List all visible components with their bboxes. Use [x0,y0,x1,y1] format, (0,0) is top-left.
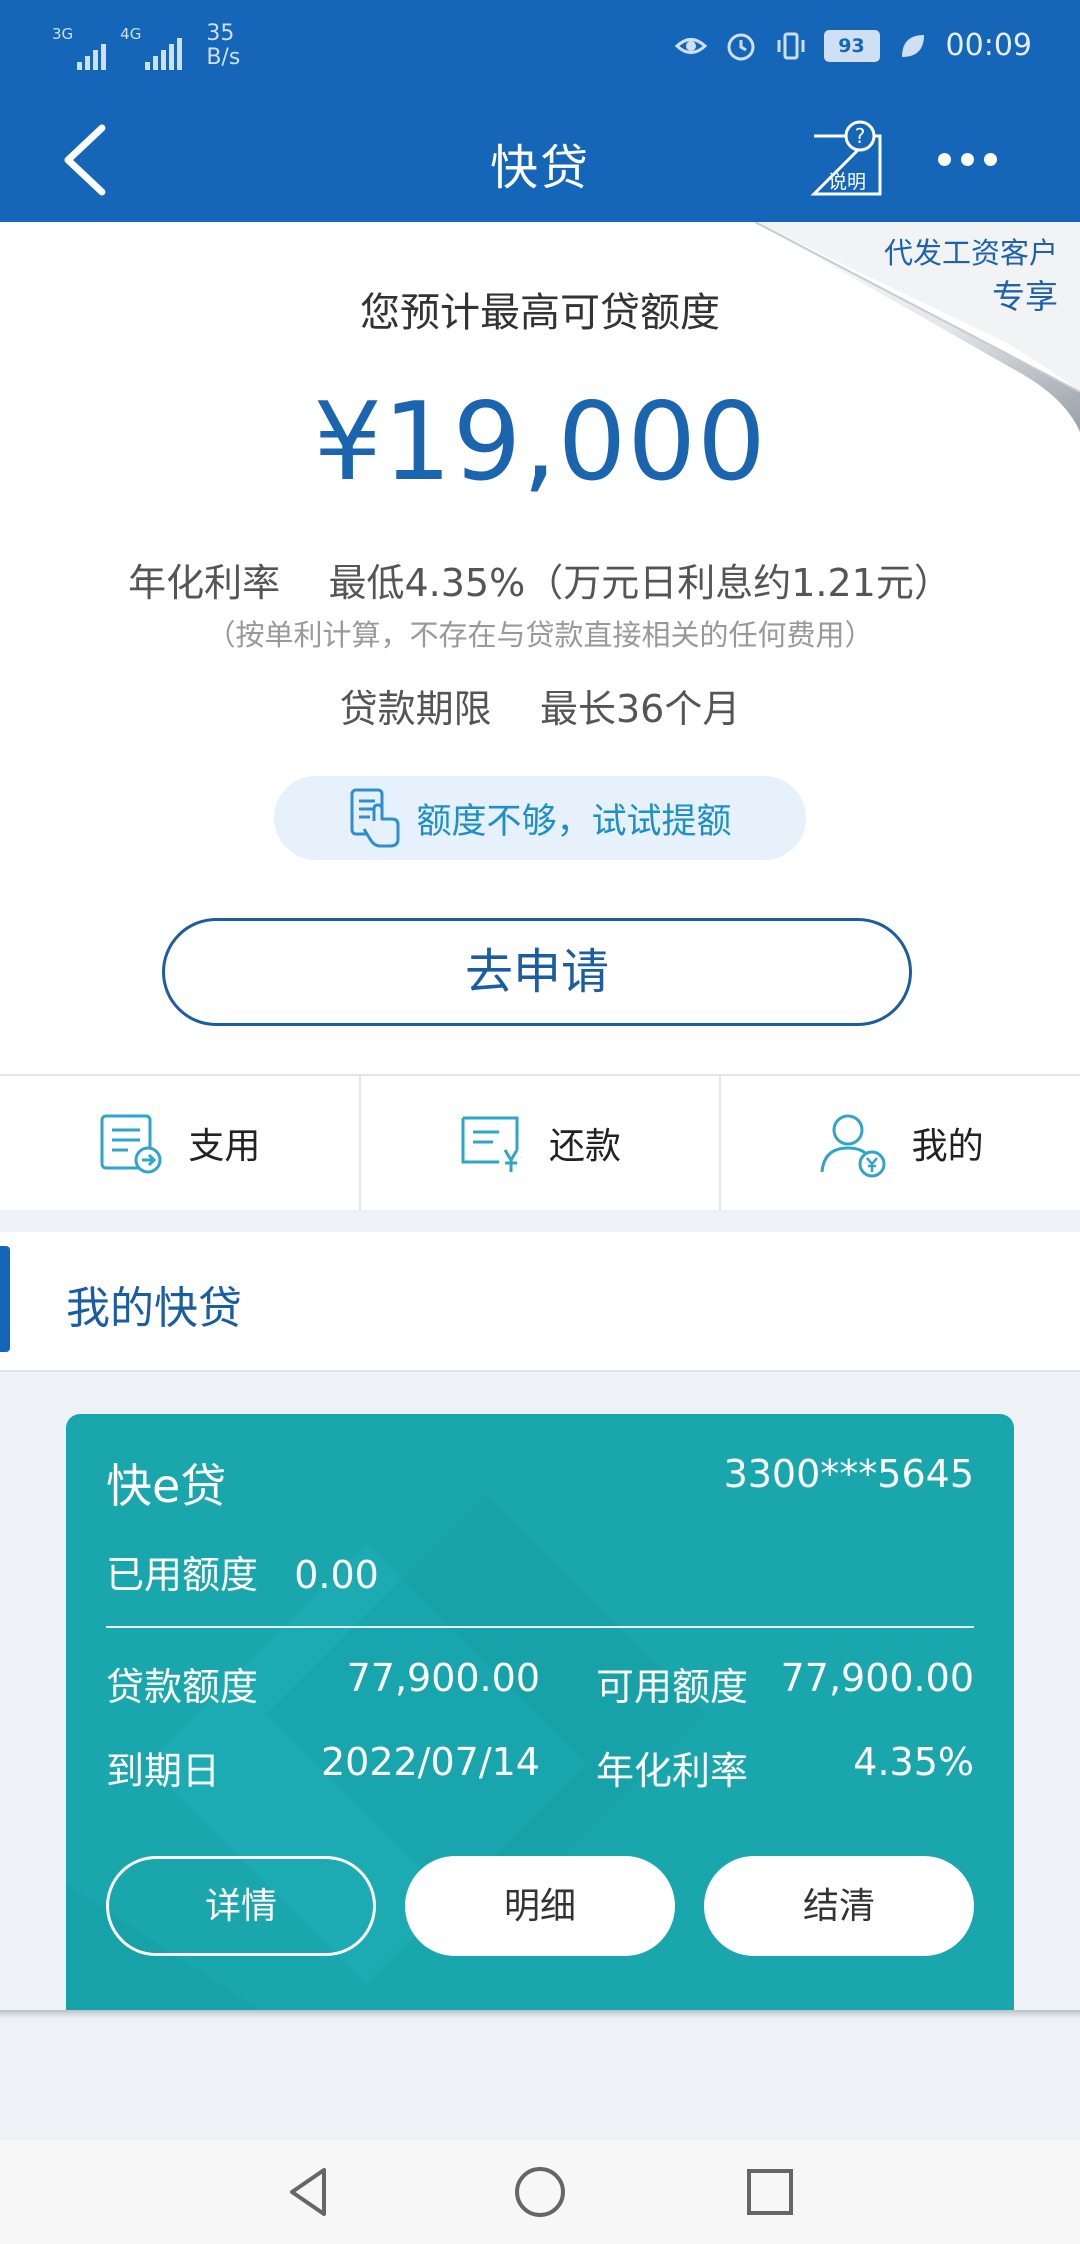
clock: 00:09 [945,28,1032,63]
loan-amount-value: 77,900.00 [346,1656,540,1700]
phone-hand-icon [350,788,400,848]
loan-card: 快e贷 3300***5645 已用额度 0.00 贷款额度 77,900.00… [66,1414,1014,2014]
network-speed-value: 35 [206,21,235,46]
my-loan-title: 我的快贷 [66,1283,242,1334]
leaf-icon [901,34,924,57]
nav-recents-icon[interactable] [740,2162,800,2222]
page-title: 快贷 [489,140,590,196]
raise-limit-button[interactable]: 额度不够，试试提额 [274,776,806,860]
due-date-value: 2022/07/14 [320,1740,540,1784]
tab-repay[interactable]: 还款 [361,1076,722,1210]
nav-home-icon[interactable] [510,2162,570,2222]
tab-withdraw[interactable]: 支用 [0,1076,361,1210]
help-button[interactable]: ? 说明 [810,118,884,198]
app-header: 快贷 ? 说明 [0,98,1080,222]
available-amount-value: 77,900.00 [780,1656,974,1700]
quota-panel: 代发工资客户 专享 您预计最高可贷额度 ¥19,000 年化利率 最低4.35%… [0,222,1080,1074]
user-yen-icon [820,1114,886,1178]
rate-note: （按单利计算，不存在与贷款直接相关的任何费用） [206,618,874,652]
svg-text:?: ? [855,124,866,148]
due-date-label: 到期日 [106,1749,221,1793]
details-button[interactable]: 详情 [106,1856,376,1956]
action-tabs: 支用 还款 我的 [0,1074,1080,1210]
alarm-icon [727,33,755,60]
annual-rate-label: 年化利率 [596,1749,749,1793]
available-amount-label: 可用额度 [596,1665,749,1709]
signal-group: 3G 4G 35 B/s [52,22,240,70]
more-options-icon[interactable] [938,142,1000,176]
network-type-2: 4G [120,25,142,43]
network-speed: 35 B/s [206,22,240,70]
card-divider [106,1626,974,1628]
tab-withdraw-label: 支用 [188,1126,261,1167]
ribbon-customer-type: 代发工资客户 [883,236,1058,270]
network-speed-unit: B/s [206,45,241,70]
card-scroll-edge [0,2010,1080,2018]
annual-rate-line: 年化利率 最低4.35%（万元日利息约1.21元） [128,561,952,605]
quota-caption: 您预计最高可贷额度 [360,290,720,336]
eye-icon [674,37,707,54]
withdraw-doc-icon [100,1114,162,1174]
signal-strength-icon [77,34,107,70]
my-loan-section-header: 我的快贷 [0,1232,1080,1372]
vibrate-icon [777,32,805,59]
signal-strength-icon [145,34,183,70]
status-icons: 93 00:09 [674,28,1032,63]
tab-mine[interactable]: 我的 [721,1076,1080,1210]
settle-button[interactable]: 结清 [704,1856,974,1956]
status-bar: 3G 4G 35 B/s 93 00:09 [0,0,1080,98]
loan-term-line: 贷款期限 最长36个月 [339,687,741,731]
system-nav-bar [0,2140,1080,2244]
network-type-1: 3G [52,25,74,43]
annual-rate-value: 4.35% [853,1740,974,1784]
tab-mine-label: 我的 [911,1126,984,1167]
raise-limit-label: 额度不够，试试提额 [416,801,732,842]
loan-amount-label: 贷款额度 [106,1665,259,1709]
nav-back-icon[interactable] [280,2162,340,2222]
section-accent-bar [0,1246,10,1352]
help-label: 说明 [827,171,866,193]
used-amount: 已用额度 0.00 [106,1553,379,1597]
repay-yen-icon [461,1116,519,1172]
loan-product-name: 快e贷 [106,1459,227,1513]
tab-repay-label: 还款 [549,1126,622,1167]
battery-indicator: 93 [823,29,880,62]
statement-button[interactable]: 明细 [405,1856,675,1956]
quota-amount: ¥19,000 [313,380,767,505]
apply-button[interactable]: 去申请 [162,918,912,1026]
loan-account-number: 3300***5645 [723,1452,974,1496]
